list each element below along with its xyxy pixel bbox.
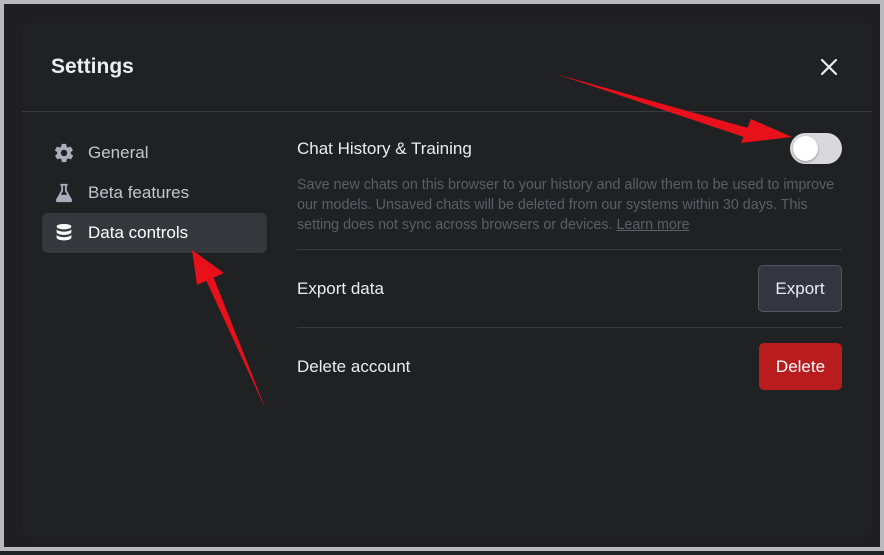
screenshot-frame: Settings General Beta features Data cont… bbox=[0, 0, 884, 551]
gear-icon bbox=[53, 142, 75, 164]
divider bbox=[297, 249, 842, 250]
export-data-label: Export data bbox=[297, 279, 384, 298]
divider bbox=[297, 327, 842, 328]
modal-header: Settings bbox=[22, 22, 872, 112]
sidebar-item-label: General bbox=[88, 143, 149, 162]
sidebar-item-general[interactable]: General bbox=[42, 133, 267, 173]
settings-sidebar: General Beta features Data controls bbox=[42, 133, 267, 253]
chat-history-description: Save new chats on this browser to your h… bbox=[297, 175, 837, 235]
sidebar-item-beta-features[interactable]: Beta features bbox=[42, 173, 267, 213]
settings-modal: Settings General Beta features Data cont… bbox=[22, 22, 872, 537]
sidebar-item-label: Data controls bbox=[88, 223, 189, 242]
close-button[interactable] bbox=[818, 56, 840, 78]
close-icon bbox=[820, 58, 838, 76]
database-icon bbox=[53, 222, 75, 244]
delete-button[interactable]: Delete bbox=[759, 343, 842, 390]
sidebar-item-label: Beta features bbox=[88, 183, 190, 202]
delete-account-label: Delete account bbox=[297, 357, 411, 376]
flask-icon bbox=[53, 182, 75, 204]
toggle-knob bbox=[793, 136, 818, 161]
description-text: Save new chats on this browser to your h… bbox=[297, 177, 835, 233]
export-button[interactable]: Export bbox=[758, 265, 842, 312]
chat-history-title: Chat History & Training bbox=[297, 139, 472, 158]
modal-title: Settings bbox=[51, 55, 134, 78]
learn-more-link[interactable]: Learn more bbox=[616, 217, 689, 233]
sidebar-item-data-controls[interactable]: Data controls bbox=[42, 213, 267, 253]
chat-history-toggle[interactable] bbox=[790, 133, 842, 164]
